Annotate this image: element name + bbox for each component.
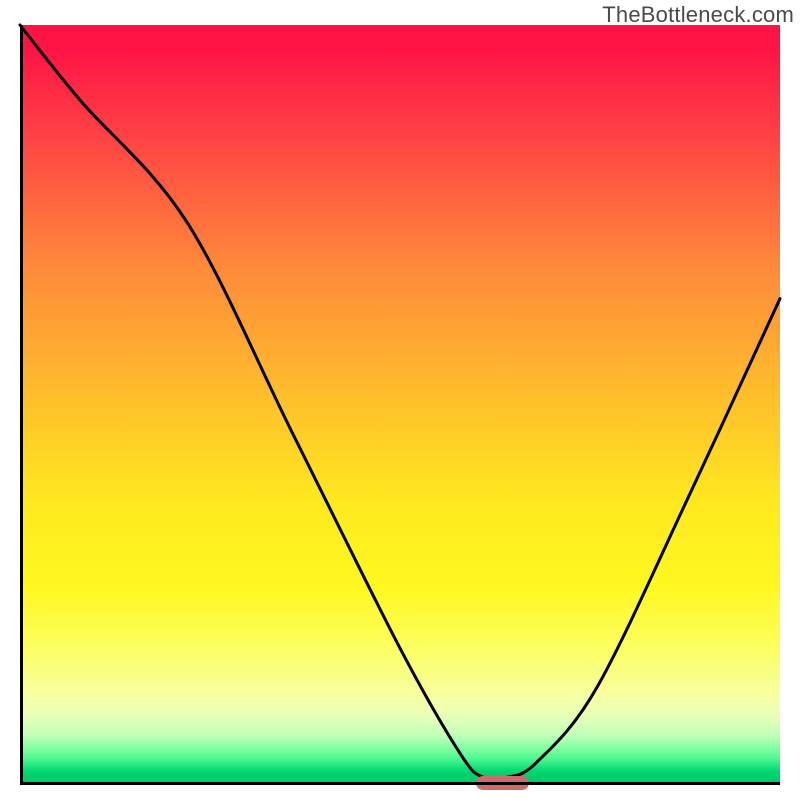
watermark-text: TheBottleneck.com (602, 2, 794, 28)
optimal-range-marker (476, 776, 529, 790)
curve-path (20, 25, 780, 780)
bottleneck-curve (20, 25, 780, 785)
chart-container: TheBottleneck.com (0, 0, 800, 800)
plot-area (20, 25, 780, 785)
